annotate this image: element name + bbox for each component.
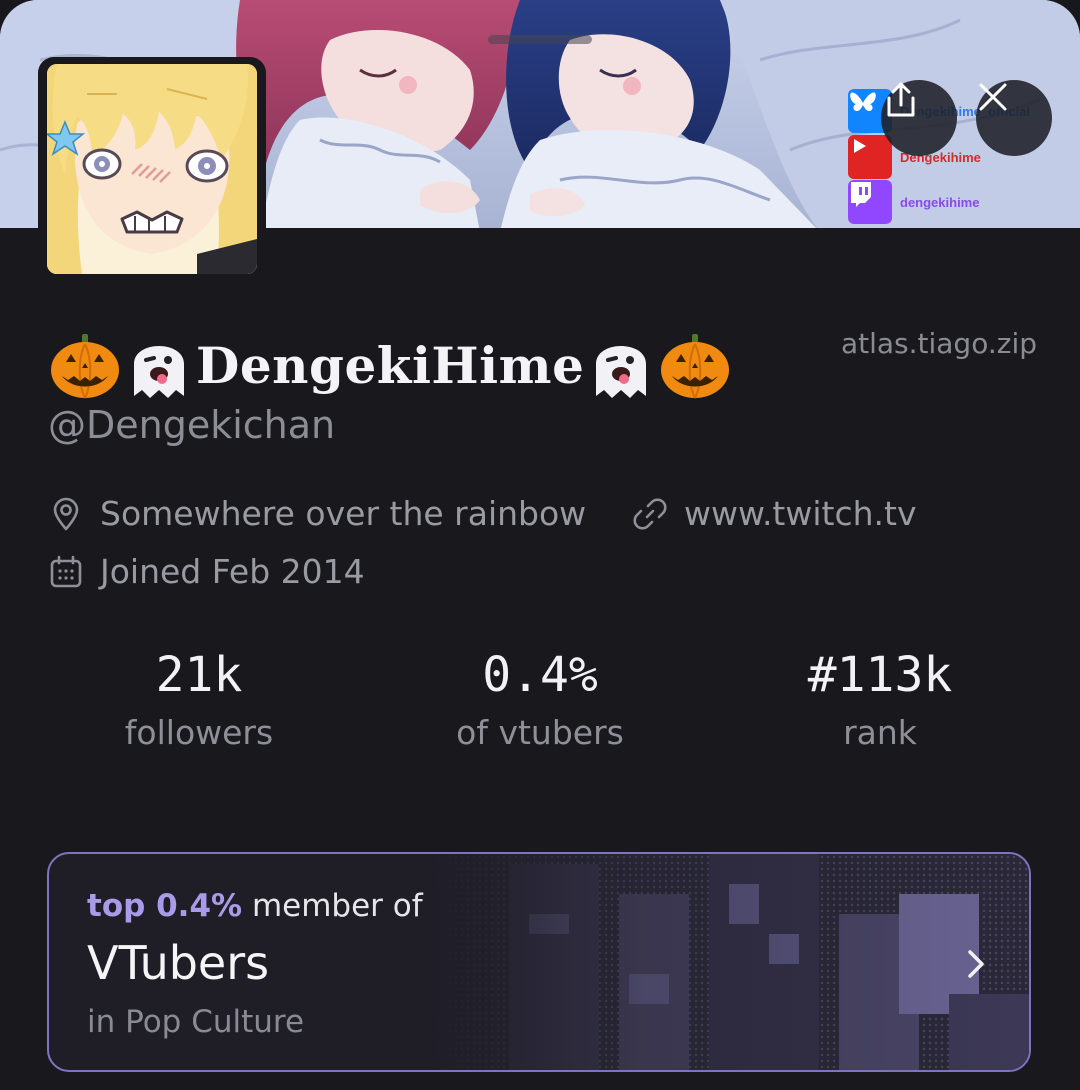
stat-value: 21k	[155, 647, 243, 703]
stat-value: #113k	[807, 647, 953, 703]
chevron-right-icon	[968, 950, 984, 978]
display-name: DengekiHime	[48, 325, 732, 405]
location-text: Somewhere over the rainbow	[100, 494, 587, 533]
location-pin-icon	[53, 497, 79, 530]
stat-followers[interactable]: 21k followers	[29, 645, 369, 752]
website-text[interactable]: www.twitch.tv	[684, 494, 916, 533]
close-icon	[979, 83, 1007, 111]
ghost-emoji	[584, 328, 658, 402]
community-rank-suffix: member of	[251, 888, 423, 924]
joined-text: Joined Feb 2014	[100, 552, 365, 591]
share-button[interactable]	[881, 80, 957, 156]
twitch-label: dengekihime	[900, 194, 980, 210]
site-label[interactable]: atlas.tiago.zip	[841, 327, 1037, 360]
banner-social-twitch: dengekihime	[848, 180, 979, 224]
avatar-image	[47, 64, 257, 274]
close-button[interactable]	[976, 80, 1052, 156]
community-card[interactable]: top 0.4% member of VTubers in Pop Cultur…	[47, 852, 1031, 1072]
link-icon	[633, 497, 667, 530]
profile-sheet: Dengekihime_official Dengekihime dengeki…	[0, 0, 1080, 1090]
stat-rank[interactable]: #113k rank	[710, 645, 1050, 752]
jack-o-lantern-emoji	[48, 328, 122, 402]
youtube-icon	[848, 135, 892, 179]
jack-o-lantern-emoji	[658, 328, 732, 402]
share-icon	[887, 82, 915, 117]
stat-value: 0.4%	[482, 647, 598, 703]
community-name: VTubers	[87, 936, 270, 990]
twitch-icon	[848, 180, 892, 224]
avatar[interactable]	[38, 57, 266, 281]
stat-label: rank	[843, 713, 917, 752]
community-category: in Pop Culture	[87, 1004, 305, 1040]
ghost-emoji	[122, 328, 196, 402]
display-name-text: DengekiHime	[196, 335, 585, 395]
drag-handle[interactable]	[488, 35, 592, 44]
stat-percentile[interactable]: 0.4% of vtubers	[370, 645, 710, 752]
joined-row: Joined Feb 2014	[48, 552, 365, 591]
stat-label: followers	[124, 713, 274, 752]
community-rank-line: top 0.4% member of	[87, 888, 423, 924]
community-card-background	[429, 854, 1029, 1070]
community-rank-percent: top 0.4%	[87, 888, 243, 924]
user-handle: @Dengekichan	[48, 403, 336, 447]
location-row: Somewhere over the rainbow	[48, 494, 586, 533]
website-link[interactable]: www.twitch.tv	[632, 494, 916, 533]
calendar-icon	[50, 555, 82, 587]
stat-label: of vtubers	[456, 713, 624, 752]
